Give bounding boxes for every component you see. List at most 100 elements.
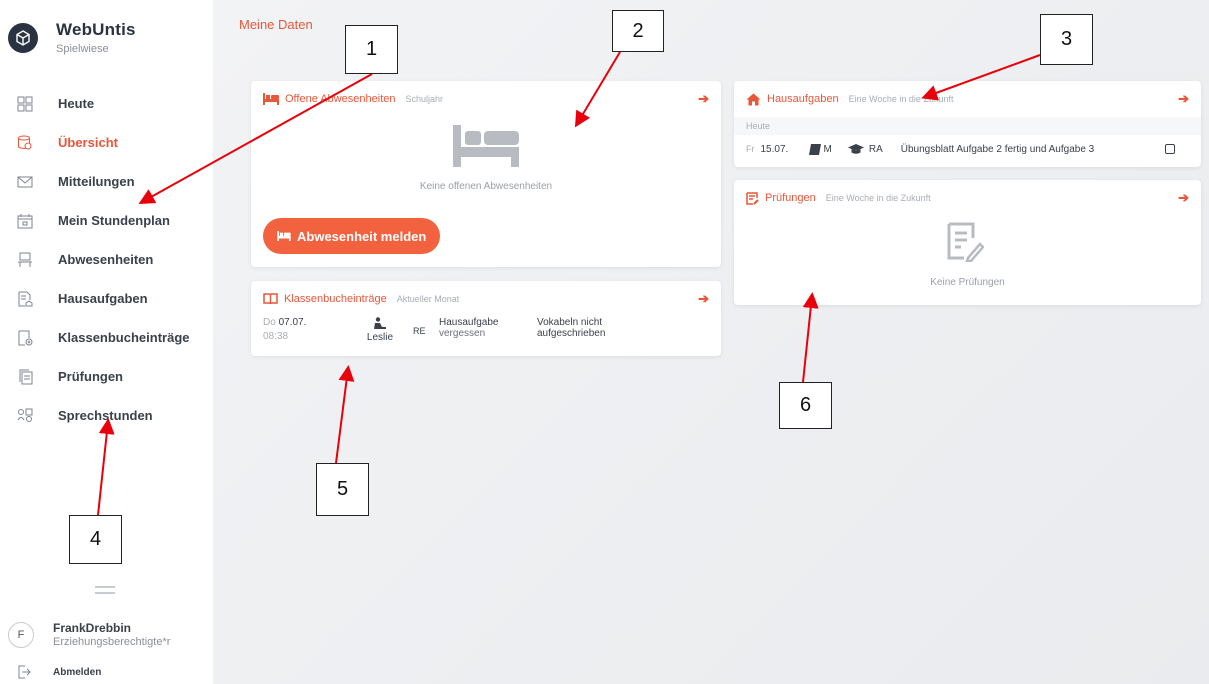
card-title: Offene Abwesenheiten <box>285 93 396 105</box>
graduation-cap-icon <box>847 143 864 155</box>
sidebar-item-klassenbucheintraege[interactable]: Klassenbucheinträge <box>0 318 213 357</box>
empty-exam-icon <box>946 222 985 267</box>
sidebar-item-hausaufgaben[interactable]: Hausaufgaben <box>0 279 213 318</box>
sidebar-item-abwesenheiten[interactable]: Abwesenheiten <box>0 240 213 279</box>
homework-subject: M <box>823 143 832 155</box>
classbook-card: Klassenbucheinträge Aktueller Monat ➔ Do… <box>251 281 721 356</box>
card-subtitle: Schuljahr <box>405 94 444 104</box>
empty-message: Keine offenen Abwesenheiten <box>419 181 553 192</box>
card-title: Klassenbucheinträge <box>284 293 387 305</box>
sidebar-item-label: Sprechstunden <box>58 408 153 423</box>
consultation-icon <box>16 407 34 425</box>
entry-note-line2: aufgeschrieben <box>537 328 606 339</box>
homework-row[interactable]: Fr 15.07. M RA Übungsblatt Aufgabe 2 fer… <box>734 135 1201 163</box>
sidebar-item-label: Mitteilungen <box>58 174 135 189</box>
avatar: F <box>8 621 34 648</box>
annotation-callout-5: 5 <box>316 463 369 516</box>
exams-card-header[interactable]: Prüfungen Eine Woche in die Zukunft ➔ <box>734 180 1201 216</box>
house-icon <box>746 93 761 106</box>
user-name: FrankDrebbin <box>53 621 132 635</box>
logout-icon <box>16 664 32 680</box>
sidebar-item-label: Hausaufgaben <box>58 291 148 306</box>
arrow-right-icon[interactable]: ➔ <box>1178 190 1189 206</box>
card-title: Prüfungen <box>765 192 816 204</box>
annotation-callout-3: 3 <box>1040 14 1093 65</box>
report-absence-label: Abwesenheit melden <box>297 228 427 244</box>
entry-reason-line2: vergessen <box>439 328 486 339</box>
page-title: Meine Daten <box>239 17 313 32</box>
sidebar-item-label: Abwesenheiten <box>58 252 154 267</box>
book-icon <box>263 293 278 305</box>
sidebar-item-label: Übersicht <box>58 135 118 150</box>
entry-day: Do <box>263 317 276 328</box>
sidebar-item-label: Heute <box>58 96 95 111</box>
homework-card-header[interactable]: Hausaufgaben Eine Woche in die Zukunft ➔ <box>734 81 1201 117</box>
annotation-callout-6: 6 <box>779 382 832 429</box>
mail-icon <box>16 173 34 191</box>
user-profile[interactable]: F FrankDrebbin Erziehungsberechtigte*r <box>8 621 170 648</box>
webuntis-logo-icon <box>8 22 38 53</box>
absences-card: Offene Abwesenheiten Schuljahr ➔ Keine o… <box>251 81 721 267</box>
absences-card-header[interactable]: Offene Abwesenheiten Schuljahr ➔ <box>251 81 721 117</box>
classbook-card-header[interactable]: Klassenbucheinträge Aktueller Monat ➔ <box>251 281 721 317</box>
entry-note-line1: Vokabeln nicht <box>537 317 603 328</box>
sidebar: WebUntis Spielwiese Heute Übersicht Mitt… <box>0 0 213 684</box>
annotation-callout-4: 4 <box>69 515 122 564</box>
bed-icon <box>277 231 291 241</box>
exam-icon <box>746 191 759 205</box>
sidebar-item-heute[interactable]: Heute <box>0 84 213 123</box>
brand[interactable]: WebUntis Spielwiese <box>8 20 136 55</box>
entry-time: 08:38 <box>263 331 289 342</box>
homework-text: Übungsblatt Aufgabe 2 fertig und Aufgabe… <box>900 143 1095 155</box>
arrow-right-icon[interactable]: ➔ <box>698 91 709 107</box>
brand-title: WebUntis <box>56 20 136 39</box>
sidebar-item-stundenplan[interactable]: Mein Stundenplan <box>0 201 213 240</box>
sidebar-item-sprechstunden[interactable]: Sprechstunden <box>0 396 213 435</box>
homework-icon <box>16 290 34 308</box>
logout-label: Abmelden <box>53 666 102 678</box>
logout-button[interactable]: Abmelden <box>16 664 101 680</box>
arrow-right-icon[interactable]: ➔ <box>698 291 709 307</box>
entry-reason-line1: Hausaufgabe <box>439 317 499 328</box>
entry-student: Leslie <box>366 332 394 343</box>
card-subtitle: Aktueller Monat <box>396 294 460 304</box>
report-absence-button[interactable]: Abwesenheit melden <box>263 218 441 254</box>
exams-card: Prüfungen Eine Woche in die Zukunft ➔ Ke… <box>734 180 1201 305</box>
homework-teacher: RA <box>868 143 883 155</box>
homework-day: Fr <box>746 144 755 154</box>
overview-icon <box>16 134 34 152</box>
sidebar-nav: Heute Übersicht Mitteilungen Mein Stunde… <box>0 84 213 435</box>
classbook-icon <box>16 329 34 347</box>
sidebar-collapse-handle[interactable] <box>95 586 115 598</box>
absence-icon <box>16 251 34 269</box>
sidebar-item-label: Prüfungen <box>58 369 123 384</box>
card-subtitle: Eine Woche in die Zukunft <box>848 94 954 104</box>
sidebar-item-label: Mein Stundenplan <box>58 213 170 228</box>
entry-subject: RE <box>413 326 426 336</box>
empty-message: Keine Prüfungen <box>930 277 1005 288</box>
homework-date: 15.07. <box>760 143 789 155</box>
sidebar-item-label: Klassenbucheinträge <box>58 330 190 345</box>
brand-subtitle: Spielwiese <box>56 43 109 55</box>
sidebar-item-mitteilungen[interactable]: Mitteilungen <box>0 162 213 201</box>
sidebar-item-uebersicht[interactable]: Übersicht <box>0 123 213 162</box>
classbook-entry-row[interactable]: Do 07.07. 08:38 Leslie RE Hausaufgabe ve… <box>251 317 721 357</box>
main-content: Meine Daten Offene Abwesenheiten Schulja… <box>213 0 1209 684</box>
entry-date: 07.07. <box>278 317 307 328</box>
card-title: Hausaufgaben <box>767 93 839 105</box>
homework-done-checkbox[interactable] <box>1165 144 1175 154</box>
arrow-right-icon[interactable]: ➔ <box>1178 91 1189 107</box>
empty-bed-icon <box>453 125 519 172</box>
homework-card: Hausaufgaben Eine Woche in die Zukunft ➔… <box>734 81 1201 167</box>
exam-icon <box>16 368 34 386</box>
grid-icon <box>16 95 34 113</box>
annotation-callout-1: 1 <box>345 25 398 74</box>
bed-icon <box>263 93 279 105</box>
calendar-icon <box>16 212 34 230</box>
student-seat-icon <box>347 317 413 331</box>
card-subtitle: Eine Woche in die Zukunft <box>825 193 931 203</box>
annotation-callout-2: 2 <box>612 10 664 52</box>
book-icon <box>808 143 821 155</box>
sidebar-item-pruefungen[interactable]: Prüfungen <box>0 357 213 396</box>
user-role: Erziehungsberechtigte*r <box>53 636 171 648</box>
